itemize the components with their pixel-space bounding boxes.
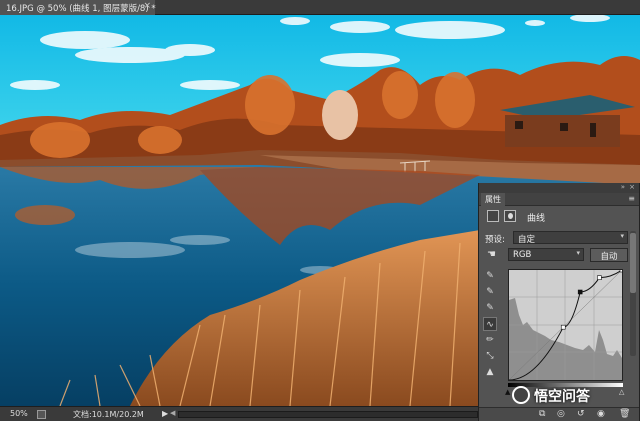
tab-properties[interactable]: 属性 [481, 193, 505, 206]
eyedropper-black-icon[interactable]: ✎ [483, 269, 497, 283]
watermark: 悟空问答 [512, 385, 640, 405]
black-point-slider-icon[interactable]: ▲ [505, 388, 510, 396]
watermark-logo-icon [512, 386, 530, 404]
adjustment-header: 曲线 [485, 209, 635, 225]
curves-graph[interactable] [508, 269, 623, 381]
channel-row: ☚ RGB ▾ 自动 [485, 248, 635, 262]
channel-value: RGB [513, 250, 532, 260]
visibility-icon[interactable]: ◉ [597, 409, 605, 419]
curve-control-point[interactable] [597, 275, 602, 280]
chevron-down-icon: ▾ [620, 232, 624, 240]
preset-row: 预设: 自定 ▾ [485, 231, 635, 245]
curve-plot[interactable] [509, 270, 622, 380]
trash-icon[interactable]: 🗑 [619, 409, 630, 419]
panel-titlebar: » × [479, 183, 639, 193]
curve-tools: ✎ ✎ ✎ ∿ ✏ ⤡ ▲ [483, 269, 499, 381]
reset-icon[interactable]: ↺ [577, 409, 585, 419]
photoshop-window: 16.JPG @ 50% (曲线 1, 图层蒙版/8) * × 50% 文档:1… [0, 0, 640, 421]
smooth-icon[interactable]: ⤡ [483, 349, 497, 363]
horizontal-scrollbar[interactable] [178, 411, 478, 418]
preset-select[interactable]: 自定 ▾ [513, 231, 628, 245]
pencil-icon[interactable]: ✏ [483, 333, 497, 347]
curve-control-point[interactable] [619, 270, 622, 273]
document-profile-icon[interactable] [37, 410, 46, 419]
zoom-level[interactable]: 50% [10, 409, 28, 418]
document-tab-title: 16.JPG @ 50% (曲线 1, 图层蒙版/8) * [6, 4, 156, 14]
tab-close-icon[interactable]: × [143, 1, 151, 11]
eyedropper-gray-icon[interactable]: ✎ [483, 285, 497, 299]
view-previous-icon[interactable]: ◎ [557, 409, 565, 419]
hand-tool-icon[interactable]: ☚ [487, 249, 496, 260]
curve-point-icon[interactable]: ∿ [483, 317, 497, 331]
panel-scrollbar[interactable] [630, 231, 636, 356]
curves-adjustment-icon[interactable] [487, 210, 499, 222]
auto-button[interactable]: 自动 [590, 248, 628, 262]
adjustment-title: 曲线 [527, 214, 546, 224]
clip-to-layer-icon[interactable]: ⧉ [539, 409, 545, 419]
collapse-icon[interactable]: » [621, 183, 625, 191]
panel-menu-icon[interactable]: ≡ [628, 194, 635, 203]
panel-tab-row: 属性 ≡ [479, 193, 639, 206]
curve-control-point[interactable] [560, 324, 566, 330]
watermark-text: 悟空问答 [534, 389, 590, 405]
preset-label: 预设: [485, 235, 505, 245]
curve-control-point[interactable] [577, 289, 583, 295]
preset-value: 自定 [518, 235, 536, 245]
channel-select[interactable]: RGB ▾ [508, 248, 584, 261]
eyedropper-white-icon[interactable]: ✎ [483, 301, 497, 315]
chevron-down-icon: ▾ [576, 249, 580, 257]
panel-footer: ⧉ ◎ ↺ ◉ 🗑 [479, 407, 639, 421]
document-tab-bar: 16.JPG @ 50% (曲线 1, 图层蒙版/8) * × [0, 0, 640, 15]
histogram-warning-icon[interactable]: ▲ [483, 365, 497, 379]
panel-close-icon[interactable]: × [629, 183, 635, 191]
panel-scroll-thumb[interactable] [630, 233, 636, 293]
document-tab[interactable]: 16.JPG @ 50% (曲线 1, 图层蒙版/8) * × [0, 0, 156, 15]
layer-mask-icon[interactable] [504, 210, 516, 222]
scroll-left-arrow-icon[interactable]: ◀ [170, 409, 175, 417]
document-size: 文档:10.1M/20.2M [73, 410, 144, 419]
status-menu-arrow-icon[interactable]: ▶ [162, 409, 168, 418]
histogram [509, 298, 622, 380]
